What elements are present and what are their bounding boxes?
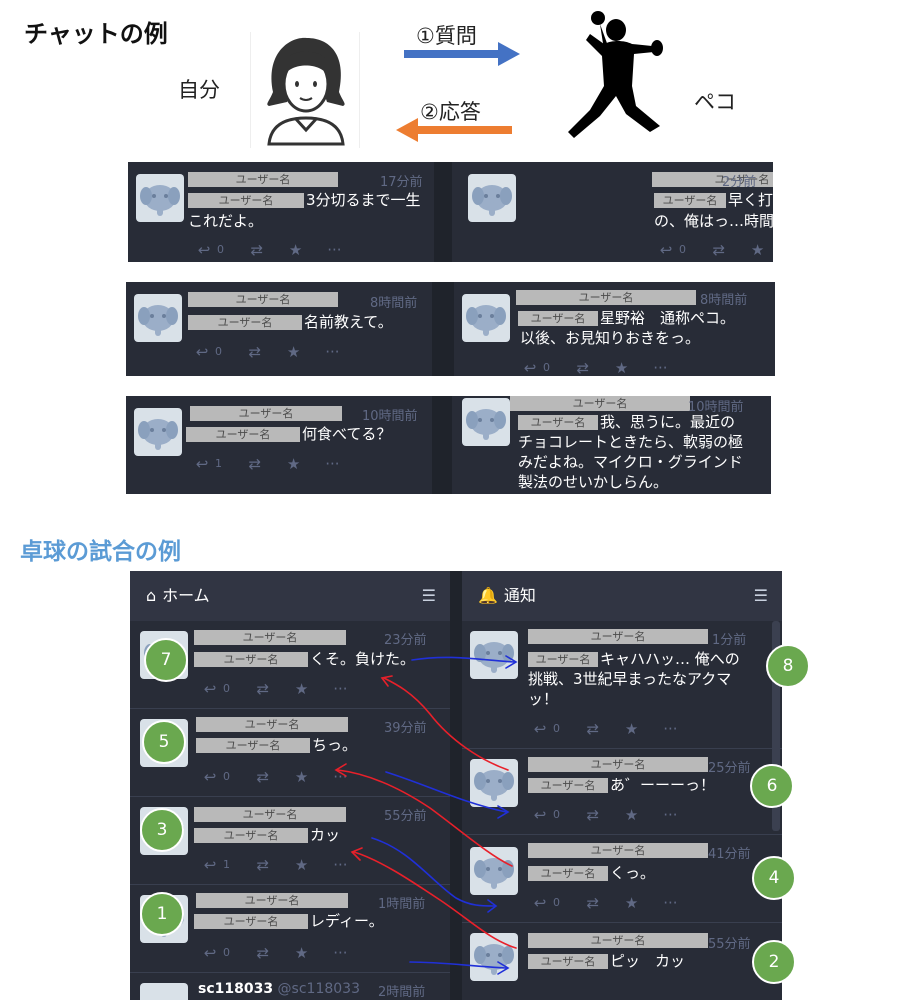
rally-arrows	[334, 655, 518, 975]
rally-arrow-blue	[411, 656, 515, 663]
rally-arrow-red	[337, 769, 513, 867]
rally-step-badge: 6	[750, 764, 794, 808]
rally-step-badge: 4	[752, 856, 796, 900]
rally-arrow-red	[383, 677, 509, 771]
rally-step-badge: 5	[142, 720, 186, 764]
rally-step-badge: 1	[140, 892, 184, 936]
rally-arrow-blue	[409, 961, 507, 969]
rally-arrow-red	[353, 851, 517, 949]
rally-step-badge: 3	[140, 808, 184, 852]
rally-step-badge: 7	[144, 638, 188, 682]
rally-step-badge: 8	[766, 644, 810, 688]
rally-step-badge: 2	[752, 940, 796, 984]
